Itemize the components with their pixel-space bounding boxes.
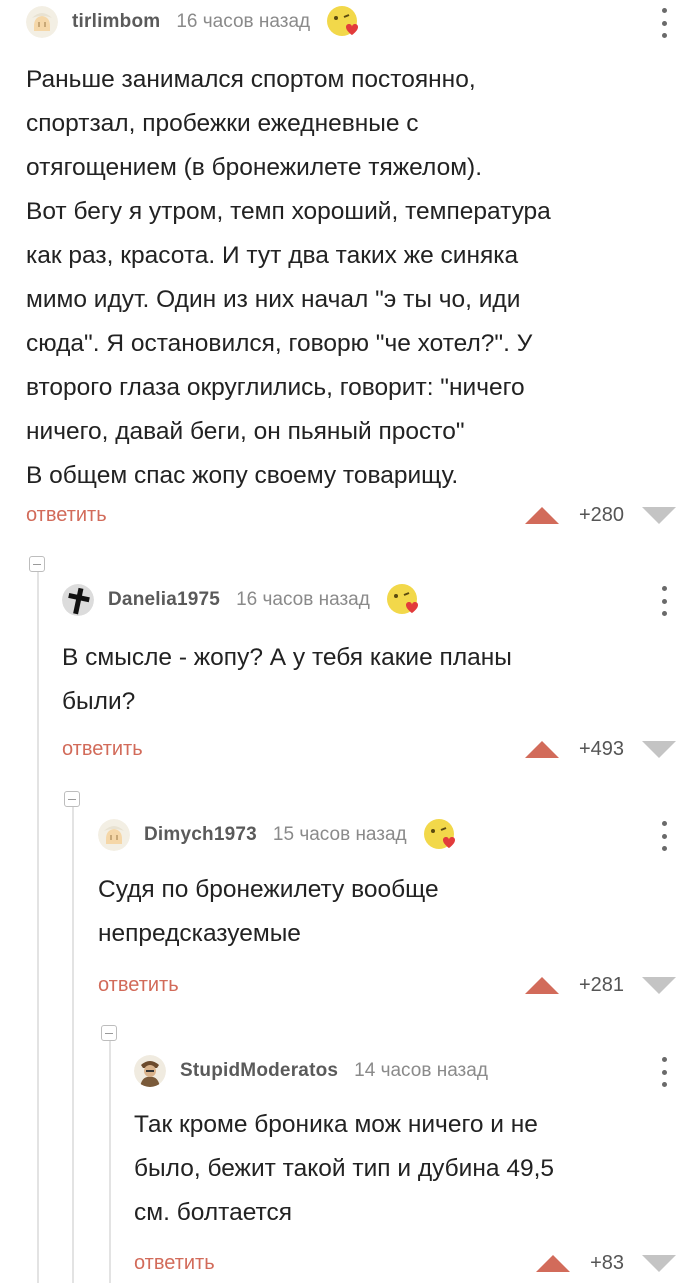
upvote-icon[interactable] bbox=[536, 1255, 571, 1272]
person-avatar-icon[interactable] bbox=[134, 1055, 166, 1087]
comment-rating: +280 bbox=[578, 504, 624, 526]
comment-header: Danelia1975 16 часов назад bbox=[62, 580, 422, 620]
thread-branch-line bbox=[72, 806, 74, 1283]
comment-text: Раньше занимался спортом постоянно, спор… bbox=[26, 66, 551, 489]
vote-block: +280 bbox=[524, 504, 676, 527]
comment-author[interactable]: Danelia1975 bbox=[108, 589, 220, 611]
thread-branch-line bbox=[37, 568, 39, 1283]
comment-time[interactable]: 15 часов назад bbox=[273, 824, 407, 846]
vote-block: +281 bbox=[524, 974, 676, 997]
downvote-icon[interactable] bbox=[642, 507, 676, 524]
comment-time[interactable]: 16 часов назад bbox=[176, 11, 310, 33]
comment-time[interactable]: 14 часов назад bbox=[354, 1060, 488, 1082]
downvote-icon[interactable] bbox=[642, 741, 676, 758]
comment-header: StupidModeratos 14 часов назад bbox=[134, 1051, 488, 1091]
comment-author[interactable]: tirlimbom bbox=[72, 11, 160, 33]
comment-header: tirlimbom 16 часов назад bbox=[26, 2, 362, 42]
comment-time[interactable]: 16 часов назад bbox=[236, 589, 370, 611]
collapse-icon bbox=[33, 563, 41, 565]
comment-rating: +281 bbox=[578, 974, 624, 996]
avatar-placeholder-icon[interactable] bbox=[26, 6, 58, 38]
vote-block: +493 bbox=[524, 738, 676, 761]
downvote-icon[interactable] bbox=[642, 1255, 676, 1272]
more-vertical-icon[interactable] bbox=[662, 8, 668, 38]
collapse-icon bbox=[68, 798, 76, 800]
reply-link[interactable]: ответить bbox=[134, 1252, 215, 1275]
collapse-icon bbox=[105, 1032, 113, 1034]
upvote-icon[interactable] bbox=[524, 741, 559, 758]
upvote-icon[interactable] bbox=[524, 977, 559, 994]
downvote-icon[interactable] bbox=[642, 977, 676, 994]
upvote-icon[interactable] bbox=[524, 507, 559, 524]
vote-block: +83 bbox=[536, 1252, 676, 1275]
reply-link[interactable]: ответить bbox=[26, 504, 107, 527]
comment-text: Судя по бронежилету вообще непредсказуем… bbox=[98, 876, 439, 947]
comment-text: В смысле - жопу? А у тебя какие планы бы… bbox=[62, 644, 512, 715]
thread-branch-line bbox=[109, 1040, 111, 1283]
comment-author[interactable]: StupidModeratos bbox=[180, 1060, 338, 1082]
comment-author[interactable]: Dimych1973 bbox=[144, 824, 257, 846]
emoji-heart-badge-icon bbox=[327, 6, 359, 36]
comment-header: Dimych1973 15 часов назад bbox=[98, 815, 459, 855]
reply-link[interactable]: ответить bbox=[98, 974, 179, 997]
cross-avatar-icon[interactable] bbox=[62, 584, 94, 616]
emoji-heart-badge-icon bbox=[423, 819, 455, 849]
collapse-toggle-button[interactable] bbox=[29, 556, 45, 572]
comment-rating: +83 bbox=[590, 1252, 624, 1274]
comment-text: Так кроме броника мож ничего и не было, … bbox=[134, 1111, 555, 1226]
avatar-placeholder-icon[interactable] bbox=[98, 819, 130, 851]
more-vertical-icon[interactable] bbox=[662, 586, 668, 616]
emoji-heart-badge-icon bbox=[386, 584, 418, 614]
comment-rating: +493 bbox=[578, 738, 624, 760]
collapse-toggle-button[interactable] bbox=[64, 791, 80, 807]
more-vertical-icon[interactable] bbox=[662, 1057, 668, 1087]
collapse-toggle-button[interactable] bbox=[101, 1025, 117, 1041]
reply-link[interactable]: ответить bbox=[62, 738, 143, 761]
more-vertical-icon[interactable] bbox=[662, 821, 668, 851]
